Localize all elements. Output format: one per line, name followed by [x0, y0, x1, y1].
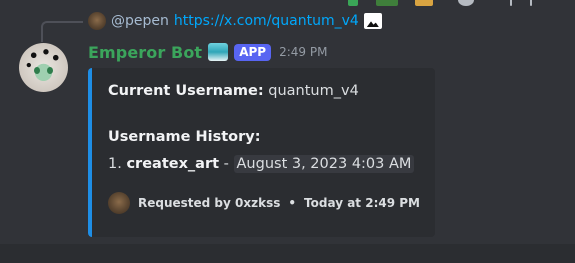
- bot-emoji-icon: [208, 43, 229, 61]
- top-emoji-5: [510, 0, 512, 6]
- reply-avatar[interactable]: [88, 12, 106, 30]
- message-author[interactable]: Emperor Bot: [88, 43, 202, 62]
- history-item: 1. createx_art - August 3, 2023 4:03 AM: [108, 155, 415, 173]
- top-emoji-6: [530, 0, 532, 6]
- avatar[interactable]: [19, 43, 68, 92]
- top-emoji-4: [458, 0, 474, 6]
- username-history-heading: Username History:: [108, 129, 261, 145]
- current-username-line: Current Username: quantum_v4: [108, 83, 359, 99]
- footer-time: Today at 2:49 PM: [304, 196, 420, 210]
- image-icon: [363, 13, 382, 29]
- current-username-label: Current Username:: [108, 83, 264, 99]
- top-emoji-3: [415, 0, 433, 6]
- footer-dot: •: [288, 196, 297, 210]
- reply-preview[interactable]: @pepen https://x.com/quantum_v4: [88, 10, 382, 32]
- current-username-value: quantum_v4: [268, 83, 359, 99]
- bottom-strip: [0, 244, 575, 263]
- app-badge: APP: [234, 43, 272, 61]
- footer-avatar: [108, 192, 130, 214]
- top-emoji-1: [348, 0, 358, 6]
- reply-author[interactable]: @pepen: [111, 13, 169, 29]
- history-index: 1.: [108, 156, 122, 172]
- history-name: createx_art: [126, 156, 220, 172]
- message-timestamp[interactable]: 2:49 PM: [279, 45, 327, 59]
- reply-content[interactable]: https://x.com/quantum_v4: [174, 13, 359, 29]
- embed-card: Current Username: quantum_v4 Username Hi…: [88, 68, 435, 237]
- avatar-eye-left: [34, 67, 40, 74]
- message-header: Emperor Bot APP 2:49 PM: [88, 41, 327, 63]
- embed-footer: Requested by 0xzkss • Today at 2:49 PM: [108, 192, 420, 214]
- history-separator: -: [223, 156, 229, 172]
- reply-spine: [41, 21, 83, 42]
- history-date[interactable]: August 3, 2023 4:03 AM: [233, 155, 415, 173]
- footer-requested-by: Requested by 0xzkss: [138, 196, 281, 210]
- avatar-eye-right: [47, 67, 53, 74]
- top-emoji-2: [376, 0, 398, 6]
